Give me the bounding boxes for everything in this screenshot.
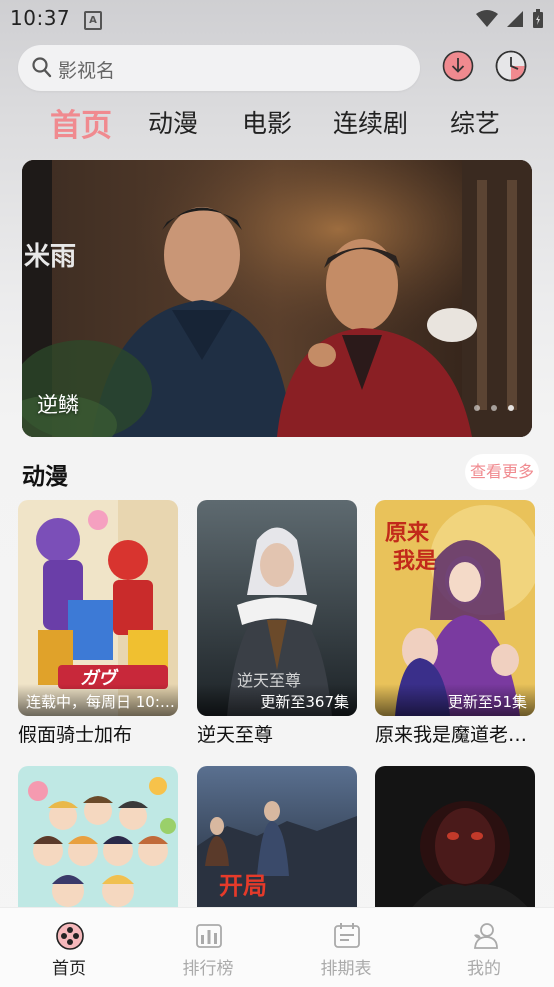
- search-placeholder: 影视名: [58, 60, 116, 82]
- anime-title: 假面骑士加布: [18, 724, 133, 746]
- tab-series[interactable]: 连续剧: [333, 104, 408, 140]
- nav-ranking[interactable]: 排行榜: [139, 908, 277, 987]
- nav-schedule[interactable]: 排期表: [277, 908, 415, 987]
- history-button[interactable]: [494, 49, 528, 83]
- bottom-navigation: 首页 排行榜 排期表 我的: [0, 907, 554, 987]
- anime-card[interactable]: 原来 我是 更新至51集 原来我是魔道老…: [375, 500, 535, 750]
- tab-variety[interactable]: 综艺: [450, 104, 500, 140]
- tab-movies[interactable]: 电影: [242, 104, 292, 140]
- section-title: 动漫: [22, 464, 68, 490]
- carousel-indicator: [474, 405, 514, 411]
- carousel-dot-active: [508, 405, 514, 411]
- banner-image: 米雨: [22, 160, 532, 437]
- carousel-dot: [474, 405, 480, 411]
- anime-card[interactable]: 逆天至尊 更新至367集 逆天至尊: [197, 500, 357, 750]
- download-button[interactable]: [441, 49, 475, 83]
- poster-image: [375, 766, 535, 916]
- anime-title: 逆天至尊: [197, 724, 274, 746]
- episode-badge: 连载中，每周日 10:…: [18, 684, 178, 716]
- nav-label: 排期表: [320, 959, 372, 979]
- search-icon: [32, 57, 52, 78]
- profile-icon: [474, 923, 498, 949]
- poster-overlay-text: 开局: [219, 872, 267, 900]
- carousel-dot: [491, 405, 497, 411]
- tab-anime[interactable]: 动漫: [148, 104, 198, 140]
- anime-poster[interactable]: [375, 766, 535, 916]
- poster-image: 开局: [197, 766, 357, 916]
- anime-section-header: 动漫 查看更多: [0, 452, 554, 492]
- nav-home[interactable]: 首页: [0, 908, 138, 987]
- nav-label: 排行榜: [182, 959, 234, 979]
- notification-a-icon: A: [84, 11, 102, 30]
- status-time: 10:37: [10, 6, 71, 30]
- nav-label: 首页: [52, 959, 86, 979]
- download-icon: [442, 50, 474, 82]
- tab-home[interactable]: 首页: [50, 100, 112, 145]
- anime-card[interactable]: ガヴ 连载中，每周日 10:… 假面骑士加布: [18, 500, 178, 750]
- home-icon: [56, 922, 84, 950]
- poster-image: [18, 766, 178, 916]
- nav-profile[interactable]: 我的: [415, 908, 553, 987]
- banner-carousel[interactable]: 米雨 逆鳞: [22, 160, 532, 437]
- signal-icon: [507, 11, 523, 27]
- svg-text:我是: 我是: [393, 548, 437, 574]
- schedule-icon: [334, 923, 360, 948]
- banner-title: 逆鳞: [37, 393, 79, 417]
- anime-poster[interactable]: [18, 766, 178, 916]
- anime-poster[interactable]: 开局: [197, 766, 357, 916]
- nav-label: 我的: [467, 959, 501, 979]
- anime-poster[interactable]: ガヴ 连载中，每周日 10:…: [18, 500, 178, 716]
- status-bar: 10:37 A: [0, 0, 554, 38]
- episode-badge: 更新至367集: [197, 684, 357, 716]
- view-more-button[interactable]: 查看更多: [465, 454, 539, 490]
- anime-poster[interactable]: 原来 我是 更新至51集: [375, 500, 535, 716]
- history-icon: [495, 50, 527, 82]
- ranking-icon: [196, 924, 222, 948]
- banner-poster-text: 米雨: [24, 242, 76, 272]
- wifi-icon: [476, 10, 498, 27]
- svg-text:原来: 原来: [385, 520, 430, 546]
- anime-title: 原来我是魔道老…: [375, 724, 528, 746]
- anime-poster[interactable]: 逆天至尊 更新至367集: [197, 500, 357, 716]
- search-bar[interactable]: 影视名: [18, 45, 420, 91]
- episode-badge: 更新至51集: [375, 684, 535, 716]
- battery-icon: [533, 9, 543, 28]
- category-tabs: 首页 动漫 电影 连续剧 综艺: [0, 100, 554, 146]
- system-icons: [476, 8, 544, 30]
